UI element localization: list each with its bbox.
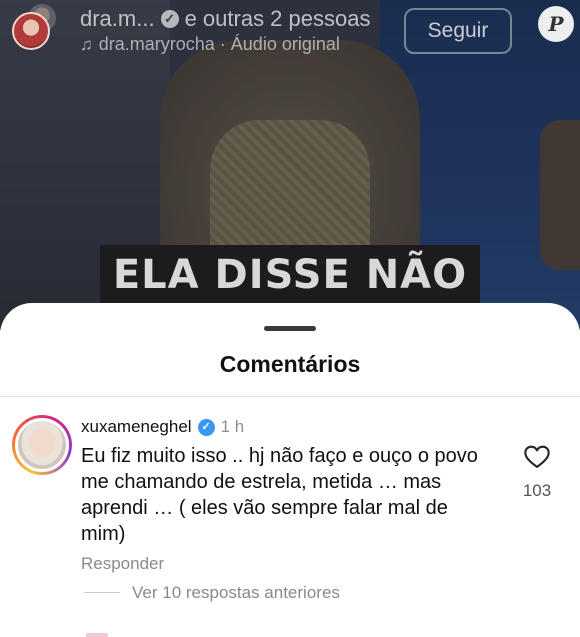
divider (0, 396, 580, 397)
next-comment-avatar-peek (86, 633, 108, 637)
comment-time: 1 h (220, 417, 245, 436)
p-badge-icon: P (538, 6, 574, 42)
verified-badge-icon: ✓ (160, 10, 179, 28)
view-replies-button[interactable]: Ver 10 respostas anteriores (132, 583, 340, 603)
reply-button[interactable]: Responder (81, 554, 164, 574)
video-caption: ELA DISSE NÃO (112, 252, 468, 298)
follow-button[interactable]: Seguir (404, 8, 512, 54)
sheet-grabber[interactable] (264, 326, 316, 331)
replies-divider (84, 592, 120, 593)
audio-line[interactable]: ♫ dra.maryrocha · Áudio original (80, 34, 340, 55)
audio-label[interactable]: dra.maryrocha · Áudio original (99, 34, 340, 55)
commenter-avatar-image (15, 418, 69, 472)
like-count: 103 (522, 481, 552, 500)
commenter-username[interactable]: xuxameneghel (81, 417, 192, 437)
owner-name[interactable]: dra.m... (80, 6, 155, 32)
comment-text: Eu fiz muito isso .. hj não faço e ouço … (81, 445, 478, 545)
commenter-avatar[interactable] (12, 415, 72, 475)
verified-badge-icon: ✓ (197, 418, 215, 436)
owner-line[interactable]: dra.m... ✓ e outras 2 pessoas (80, 6, 370, 32)
heart-icon[interactable] (523, 443, 551, 471)
owner-suffix[interactable]: e outras 2 pessoas (185, 6, 371, 32)
music-note-icon: ♫ (80, 34, 93, 54)
owner-avatar[interactable] (12, 12, 50, 50)
comments-sheet: Comentários xuxameneghel ✓ 1 h Eu fiz mu… (0, 303, 580, 637)
reel-header: dra.m... ✓ e outras 2 pessoas ♫ dra.mary… (0, 0, 580, 60)
comment-header: xuxameneghel ✓ 1 h (81, 417, 244, 437)
sheet-title: Comentários (219, 351, 361, 377)
